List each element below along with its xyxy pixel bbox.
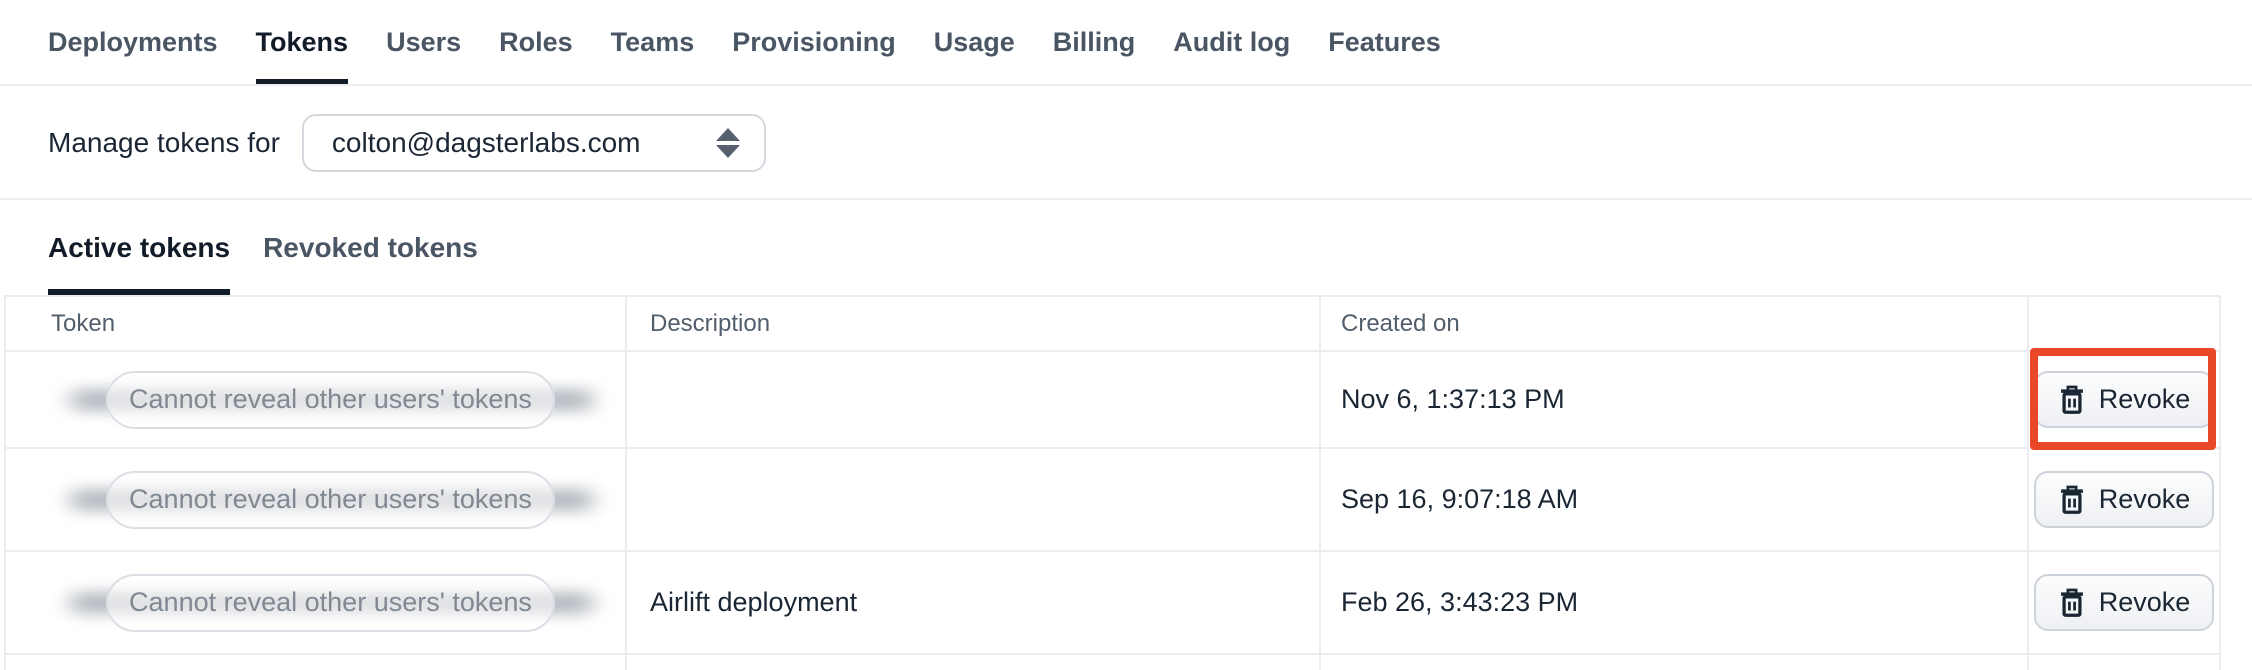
tab-revoked-tokens[interactable]: Revoked tokens bbox=[263, 200, 478, 295]
revoke-button[interactable]: Revoke bbox=[2033, 371, 2215, 428]
revoke-button[interactable]: Revoke bbox=[2033, 471, 2215, 528]
tab-features[interactable]: Features bbox=[1328, 0, 1441, 84]
token-cell: Cannot reveal other users' tokens bbox=[6, 449, 627, 550]
tab-deployments[interactable]: Deployments bbox=[48, 0, 218, 84]
tab-teams[interactable]: Teams bbox=[611, 0, 695, 84]
token-masked-pill: Cannot reveal other users' tokens bbox=[106, 370, 555, 429]
table-row: Cannot reveal other users' tokens Airlif… bbox=[6, 552, 2219, 655]
revoke-button-label: Revoke bbox=[2098, 484, 2191, 514]
column-header-token: Token bbox=[6, 297, 627, 350]
tab-provisioning[interactable]: Provisioning bbox=[732, 0, 896, 84]
description-cell bbox=[627, 449, 1321, 550]
table-header-row: Token Description Created on bbox=[6, 297, 2219, 352]
table-row-partial bbox=[6, 655, 2219, 670]
description-cell bbox=[627, 352, 1321, 447]
revoke-button-label: Revoke bbox=[2098, 384, 2191, 414]
token-masked-pill: Cannot reveal other users' tokens bbox=[106, 573, 555, 632]
token-cell: Cannot reveal other users' tokens bbox=[6, 552, 627, 653]
user-select-value: colton@dagsterlabs.com bbox=[331, 127, 641, 158]
token-cell: Cannot reveal other users' tokens bbox=[6, 352, 627, 447]
tab-roles[interactable]: Roles bbox=[499, 0, 573, 84]
trash-icon bbox=[2060, 588, 2083, 617]
column-header-created-on: Created on bbox=[1321, 297, 2029, 350]
token-masked-pill: Cannot reveal other users' tokens bbox=[106, 470, 555, 529]
user-select[interactable]: colton@dagsterlabs.com bbox=[301, 114, 766, 172]
trash-icon bbox=[2060, 485, 2083, 514]
manage-tokens-section: Manage tokens for colton@dagsterlabs.com bbox=[0, 88, 2252, 200]
table-row: Cannot reveal other users' tokens Nov 6,… bbox=[6, 352, 2219, 449]
trash-icon bbox=[2060, 385, 2083, 414]
column-header-description: Description bbox=[627, 297, 1321, 350]
tab-usage[interactable]: Usage bbox=[934, 0, 1015, 84]
created-on-cell: Nov 6, 1:37:13 PM bbox=[1321, 352, 2029, 447]
table-row: Cannot reveal other users' tokens Sep 16… bbox=[6, 449, 2219, 552]
revoke-button[interactable]: Revoke bbox=[2033, 574, 2215, 631]
actions-cell: Revoke bbox=[2029, 552, 2219, 653]
actions-cell: Revoke bbox=[2029, 449, 2219, 550]
updown-caret-icon bbox=[715, 128, 740, 158]
created-on-cell: Sep 16, 9:07:18 AM bbox=[1321, 449, 2029, 550]
tab-active-tokens[interactable]: Active tokens bbox=[48, 200, 231, 295]
manage-tokens-label: Manage tokens for bbox=[48, 127, 280, 158]
description-cell: Airlift deployment bbox=[627, 552, 1321, 653]
tab-audit-log[interactable]: Audit log bbox=[1173, 0, 1290, 84]
actions-cell: Revoke bbox=[2029, 352, 2219, 447]
revoke-button-label: Revoke bbox=[2098, 587, 2191, 617]
settings-tab-bar: Deployments Tokens Users Roles Teams Pro… bbox=[0, 0, 2252, 86]
tab-tokens[interactable]: Tokens bbox=[255, 0, 349, 84]
tab-billing[interactable]: Billing bbox=[1053, 0, 1136, 84]
column-header-actions bbox=[2029, 297, 2219, 350]
token-state-tab-bar: Active tokens Revoked tokens bbox=[0, 200, 2252, 295]
created-on-cell: Feb 26, 3:43:23 PM bbox=[1321, 552, 2029, 653]
tab-users[interactable]: Users bbox=[386, 0, 461, 84]
tokens-table: Token Description Created on Cannot reve… bbox=[4, 295, 2221, 670]
